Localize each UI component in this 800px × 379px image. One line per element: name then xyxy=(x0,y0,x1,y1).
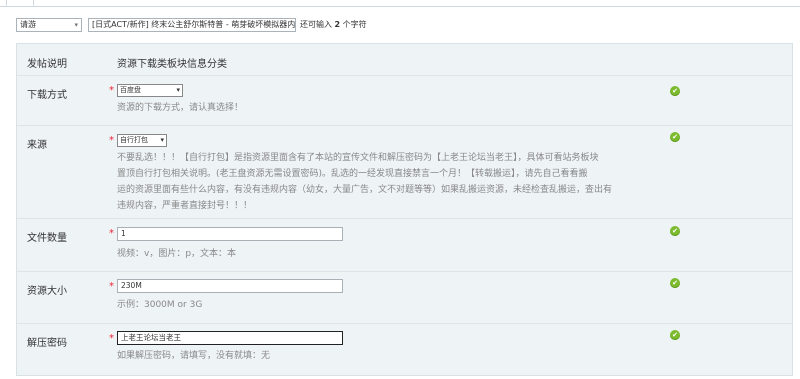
password-input[interactable]: 上老王论坛当老王 xyxy=(117,331,343,345)
form-row-size: 资源大小 * 230M 示例：3000M or 3G ✔ xyxy=(17,271,792,324)
chevron-down-icon: ▾ xyxy=(160,136,164,144)
source-hint-line: 置顶自行打包相关说明。(老王盘资源无需设置密码)。乱选的一经发现直接禁言一个月！… xyxy=(117,169,588,179)
form-row-file-count: 文件数量 * 1 视频：v，图片：p，文本：本 ✔ xyxy=(17,218,792,272)
file-count-hint: 视频：v，图片：p，文本：本 xyxy=(117,249,237,259)
check-icon: ✔ xyxy=(670,278,680,288)
size-hint: 示例：3000M or 3G xyxy=(117,300,203,310)
source-hint-line: 运的资源里面有些什么内容，有没有违规内容（幼女，大量广告，文不对题等等）如果乱搬… xyxy=(117,185,613,195)
char-remaining-hint: 还可输入 2 个字符 xyxy=(300,18,367,32)
source-hint-line: 不要乱选！！！【自行打包】是指资源里面含有了本站的宣传文件和解压密码为【上老王论… xyxy=(117,153,599,163)
form-row-source: 来源 * 自行打包 ▾ 不要乱选！！！【自行打包】是指资源里面含有了本站的宣传文… xyxy=(17,125,792,219)
check-icon: ✔ xyxy=(670,86,680,96)
download-hint: 资源的下载方式，请认真选择！ xyxy=(117,103,244,113)
check-icon: ✔ xyxy=(670,226,680,236)
section-label: 发帖说明 xyxy=(27,59,67,70)
required-mark: * xyxy=(109,228,114,239)
thread-type-value: 请游 xyxy=(20,20,36,29)
resource-info-form: 发帖说明 资源下载类板块信息分类 下载方式 * 百度盘 ▾ 资源的下载方式，请认… xyxy=(16,43,793,376)
thread-type-select[interactable]: 请游 ▾ xyxy=(16,18,82,32)
source-hint-line: 违规内容，严重者直接封号！！！ xyxy=(117,201,253,211)
download-label: 下载方式 xyxy=(27,90,67,101)
section-value: 资源下载类板块信息分类 xyxy=(117,59,227,70)
required-mark: * xyxy=(109,85,114,96)
check-icon: ✔ xyxy=(670,330,680,340)
char-remaining-suffix: 个字符 xyxy=(342,20,367,29)
source-select-value: 自行打包 xyxy=(120,136,148,144)
required-mark: * xyxy=(109,281,114,292)
required-mark: * xyxy=(109,333,114,344)
source-label: 来源 xyxy=(27,140,47,151)
file-count-input[interactable]: 1 xyxy=(117,227,343,241)
title-input[interactable]: [日式ACT/新作] 终末公主舒尔斯特普 - 萌芽破坏模拟器内 xyxy=(88,18,296,32)
form-row-download: 下载方式 * 百度盘 ▾ 资源的下载方式，请认真选择！ ✔ xyxy=(17,75,792,126)
size-input[interactable]: 230M xyxy=(117,279,343,293)
download-select-value: 百度盘 xyxy=(120,86,141,94)
source-select[interactable]: 自行打包 ▾ xyxy=(117,134,167,147)
top-tab-bar xyxy=(0,0,800,7)
size-label: 资源大小 xyxy=(27,286,67,297)
active-tab[interactable] xyxy=(6,0,34,6)
form-row-section: 发帖说明 资源下载类板块信息分类 xyxy=(17,44,792,76)
char-remaining-count: 2 xyxy=(334,20,341,29)
check-icon: ✔ xyxy=(670,132,680,142)
password-hint: 如果解压密码，请填写，没有就填：无 xyxy=(117,351,271,361)
password-label: 解压密码 xyxy=(27,338,67,349)
form-row-password: 解压密码 * 上老王论坛当老王 如果解压密码，请填写，没有就填：无 ✔ xyxy=(17,323,792,375)
chevron-down-icon: ▾ xyxy=(176,86,180,94)
download-select[interactable]: 百度盘 ▾ xyxy=(117,84,183,97)
required-mark: * xyxy=(109,135,114,146)
file-count-label: 文件数量 xyxy=(27,233,67,244)
chevron-down-icon: ▾ xyxy=(74,21,78,29)
char-remaining-prefix: 还可输入 xyxy=(300,20,332,29)
